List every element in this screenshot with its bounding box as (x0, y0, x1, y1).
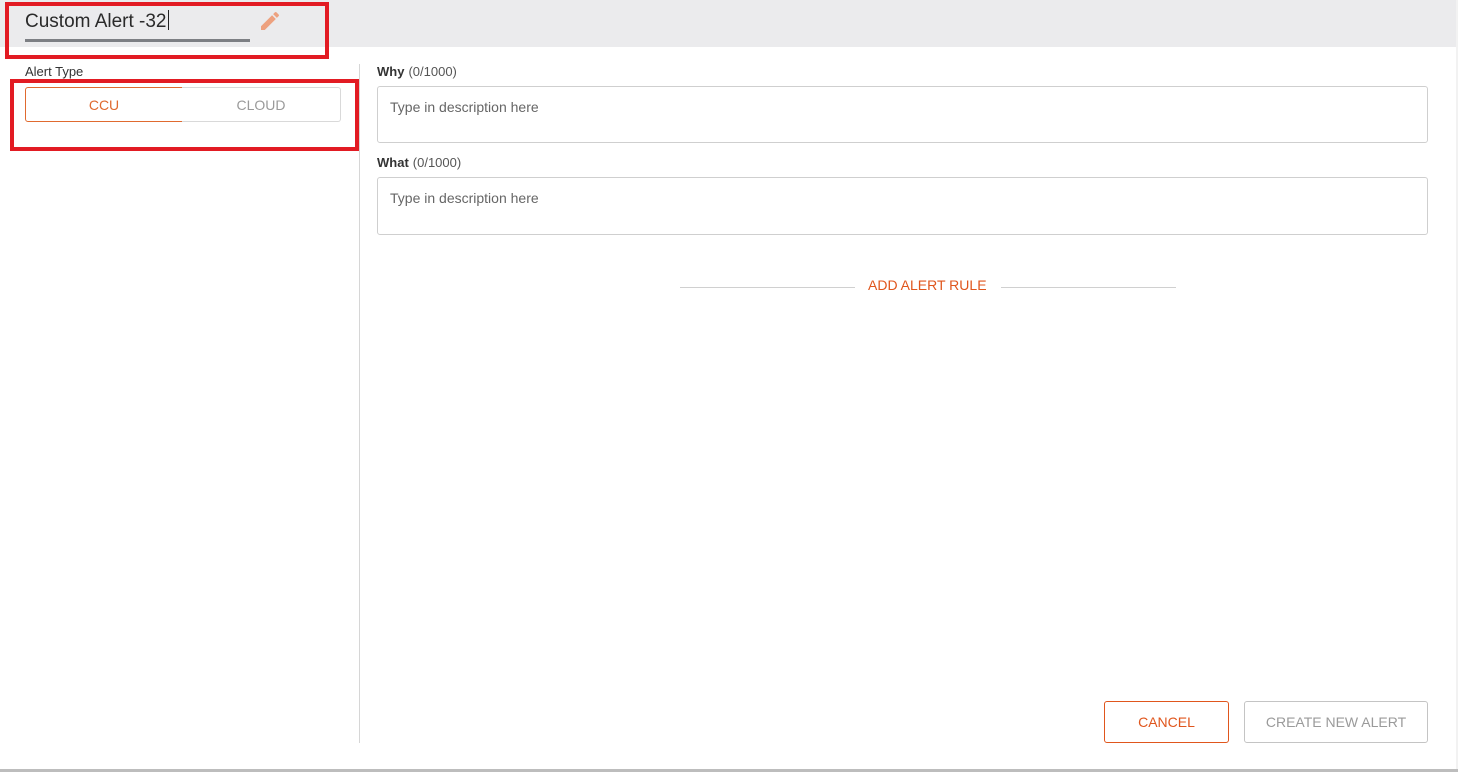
alert-type-panel (0, 47, 359, 743)
cancel-button[interactable]: CANCEL (1104, 701, 1229, 743)
panel-divider (359, 64, 360, 743)
why-label-text: Why (377, 64, 405, 79)
add-alert-rule-link[interactable]: ADD ALERT RULE (868, 277, 987, 293)
highlight-box-alert-type (10, 79, 359, 151)
what-char-count: (0/1000) (412, 155, 462, 170)
highlight-box-title (5, 2, 329, 59)
what-description-input[interactable] (377, 177, 1428, 235)
rule-divider-right (1001, 287, 1176, 288)
alert-type-label: Alert Type (25, 64, 84, 79)
what-label: What (0/1000) (377, 155, 461, 170)
why-char-count: (0/1000) (408, 64, 457, 79)
what-label-text: What (377, 155, 409, 170)
why-label: Why (0/1000) (377, 64, 457, 79)
create-new-alert-button[interactable]: CREATE NEW ALERT (1244, 701, 1428, 743)
rule-divider-left (680, 287, 855, 288)
why-description-input[interactable] (377, 86, 1428, 143)
